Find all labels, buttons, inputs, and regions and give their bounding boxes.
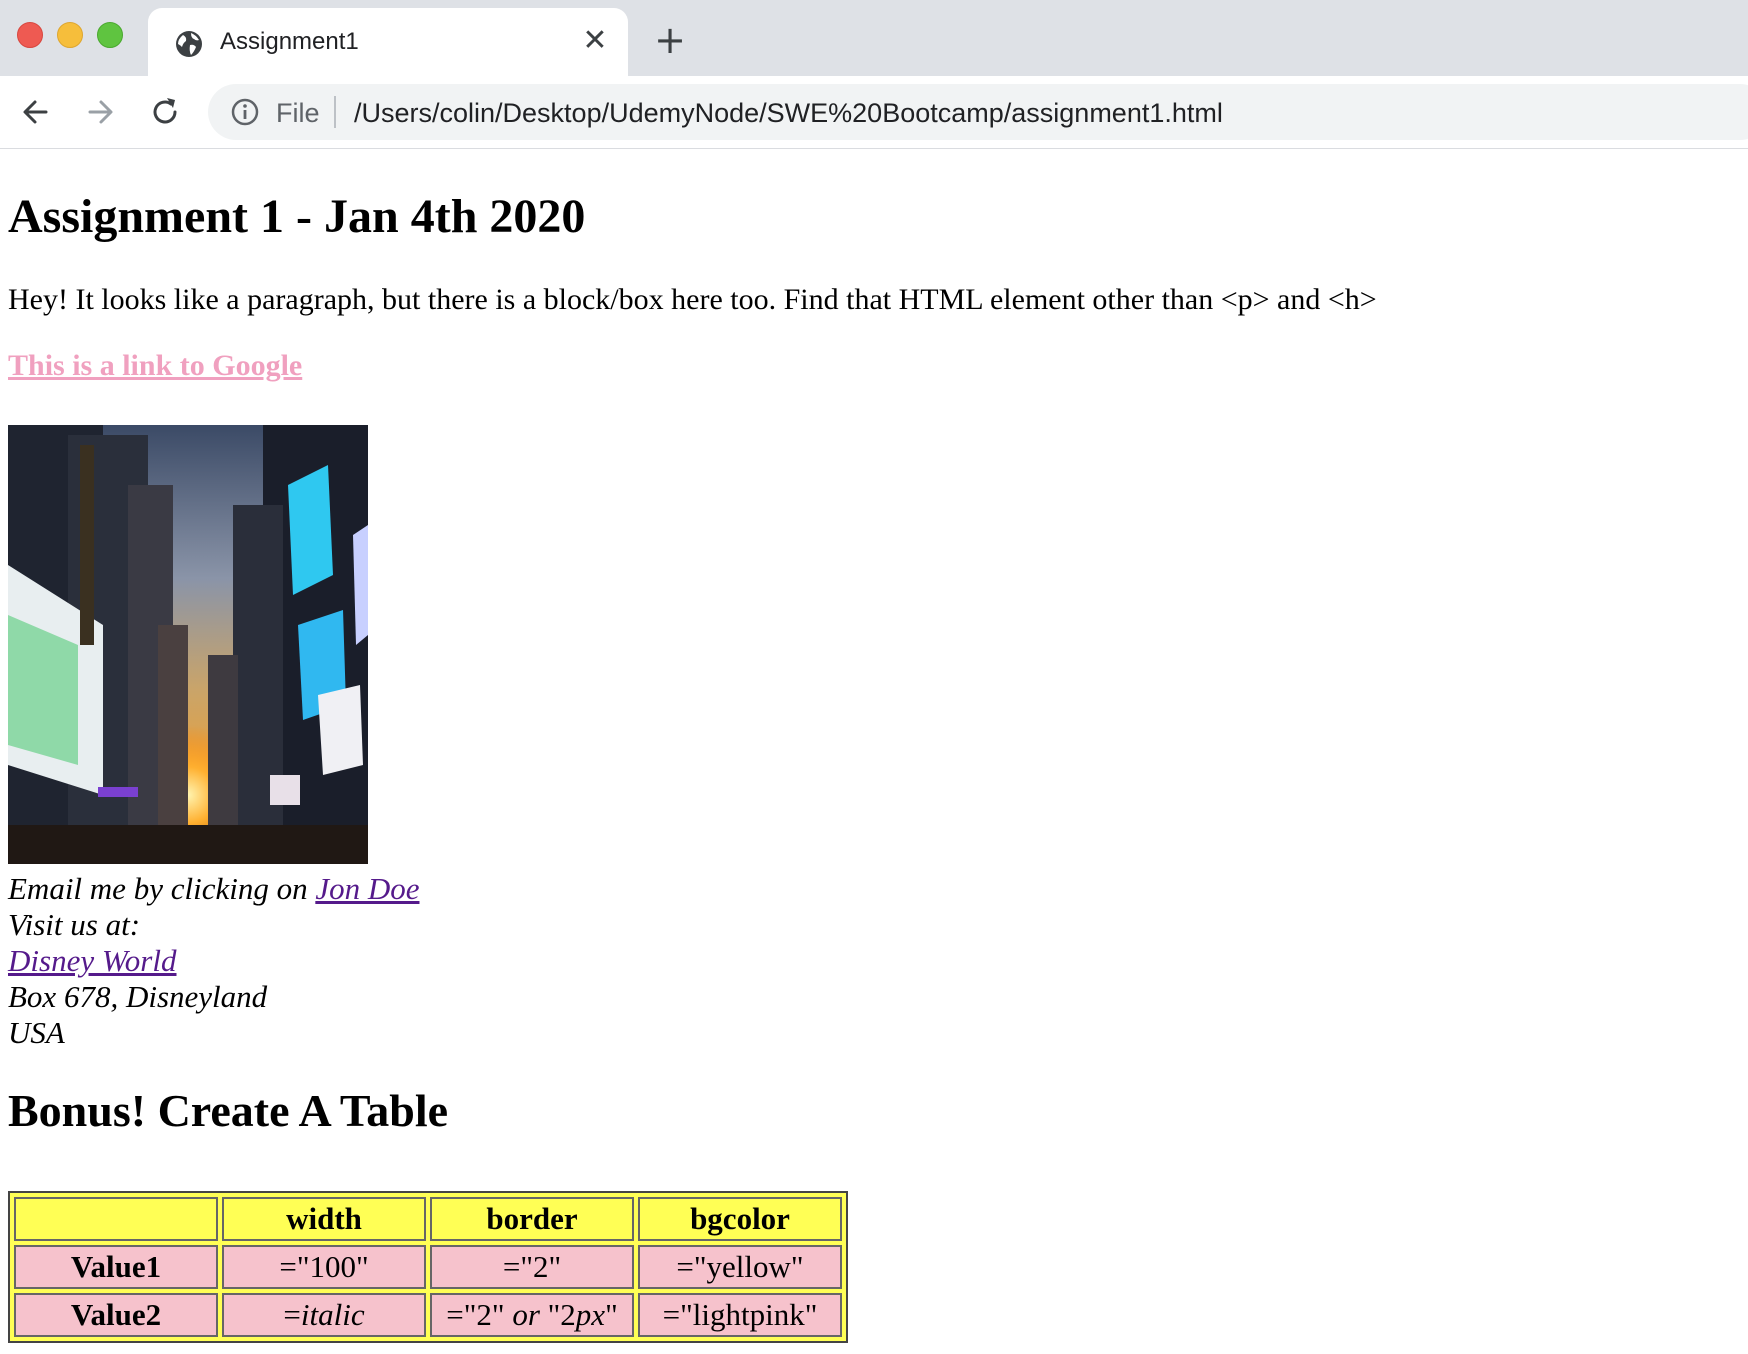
bonus-heading: Bonus! Create A Table bbox=[8, 1085, 449, 1136]
address-line-2: USA bbox=[8, 1015, 65, 1050]
reload-icon[interactable] bbox=[145, 92, 185, 132]
table-cell: =italic bbox=[222, 1293, 426, 1337]
url-scheme: File bbox=[276, 98, 320, 128]
table-cell: ="100" bbox=[222, 1245, 426, 1289]
back-arrow-icon[interactable] bbox=[16, 92, 56, 132]
close-tab-icon[interactable]: ✕ bbox=[580, 26, 610, 56]
new-tab-button[interactable]: + bbox=[652, 21, 688, 59]
table-cell: ="yellow" bbox=[638, 1245, 842, 1289]
email-prefix: Email me by clicking on bbox=[8, 871, 316, 906]
email-line: Email me by clicking on Jon Doe bbox=[8, 871, 419, 907]
maximize-window-button[interactable] bbox=[97, 22, 123, 48]
email-link[interactable]: Jon Doe bbox=[315, 871, 419, 906]
contact-address: Email me by clicking on Jon Doe Visit us… bbox=[8, 871, 419, 1051]
table-header-width: width bbox=[222, 1197, 426, 1241]
table-header-border: border bbox=[430, 1197, 634, 1241]
toolbar: File /Users/colin/Desktop/UdemyNode/SWE%… bbox=[0, 76, 1748, 149]
url-text[interactable]: /Users/colin/Desktop/UdemyNode/SWE%20Boo… bbox=[354, 98, 1223, 129]
table-cell: ="lightpink" bbox=[638, 1293, 842, 1337]
cell-or: or bbox=[512, 1297, 540, 1332]
page-title: Assignment 1 - Jan 4th 2020 bbox=[8, 190, 586, 243]
tab-title: Assignment1 bbox=[220, 28, 359, 55]
google-link[interactable]: This is a link to Google bbox=[8, 349, 302, 383]
table-header-bgcolor: bgcolor bbox=[638, 1197, 842, 1241]
attributes-table: width border bgcolor Value1 ="100" ="2" … bbox=[8, 1191, 848, 1343]
close-window-button[interactable] bbox=[17, 22, 43, 48]
table-header-blank bbox=[14, 1197, 218, 1241]
table-header-row: width border bgcolor bbox=[14, 1197, 842, 1241]
cell-part: ="2" bbox=[446, 1297, 513, 1332]
table-cell: ="2" or "2px" bbox=[430, 1293, 634, 1337]
table-row: Value1 ="100" ="2" ="yellow" bbox=[14, 1245, 842, 1289]
cell-italic: italic bbox=[300, 1297, 365, 1332]
visit-line: Visit us at: bbox=[8, 907, 141, 942]
table-cell: ="2" bbox=[430, 1245, 634, 1289]
url-divider bbox=[334, 96, 336, 128]
city-sunset-photo bbox=[8, 425, 368, 864]
cell-part: "2 bbox=[539, 1297, 576, 1332]
intro-paragraph: Hey! It looks like a paragraph, but ther… bbox=[8, 283, 1377, 316]
cell-eq: = bbox=[283, 1297, 301, 1332]
address-bar[interactable]: File /Users/colin/Desktop/UdemyNode/SWE%… bbox=[208, 84, 1748, 140]
minimize-window-button[interactable] bbox=[57, 22, 83, 48]
address-line-1: Box 678, Disneyland bbox=[8, 979, 268, 1014]
row-label: Value1 bbox=[14, 1245, 218, 1289]
info-icon[interactable] bbox=[230, 97, 260, 127]
cell-px: px bbox=[575, 1297, 606, 1332]
globe-icon bbox=[176, 31, 202, 57]
forward-arrow-icon[interactable] bbox=[80, 92, 120, 132]
cell-part: " bbox=[605, 1297, 618, 1332]
disney-world-link[interactable]: Disney World bbox=[8, 943, 177, 978]
row-label: Value2 bbox=[14, 1293, 218, 1337]
table-row: Value2 =italic ="2" or "2px" ="lightpink… bbox=[14, 1293, 842, 1337]
tab-assignment1[interactable]: Assignment1 ✕ bbox=[148, 8, 628, 76]
tab-bar: Assignment1 ✕ + bbox=[0, 0, 1748, 76]
